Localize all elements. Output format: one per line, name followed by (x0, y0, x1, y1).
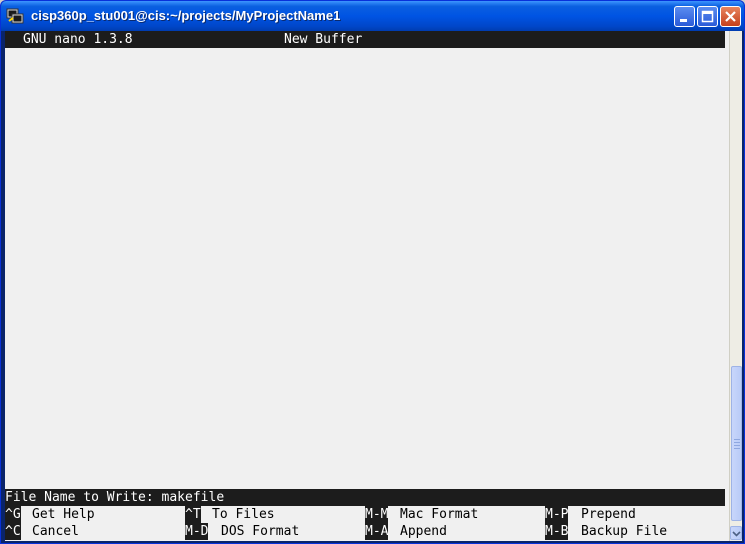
shortcut-cancel[interactable]: ^C Cancel (5, 523, 79, 540)
putty-terminal-icon[interactable] (6, 7, 24, 25)
chevron-down-icon (732, 531, 741, 537)
shortcut-key: M-P (545, 506, 569, 523)
shortcut-row-1: ^G Get Help ^T To Files M-M Mac Format M… (5, 506, 729, 523)
nano-version: GNU nano 1.3.8 (23, 32, 133, 47)
maximize-button[interactable] (697, 6, 718, 27)
shortcut-get-help[interactable]: ^G Get Help (5, 506, 95, 523)
shortcut-key: ^G (5, 506, 21, 523)
close-button[interactable] (720, 6, 741, 27)
shortcut-label: Cancel (32, 524, 79, 539)
terminal-area[interactable]: GNU nano 1.3.8 New Buffer File Name to W… (5, 31, 729, 541)
vertical-scrollbar[interactable] (729, 31, 742, 541)
buffer-name: New Buffer (284, 32, 363, 47)
shortcut-label: Mac Format (400, 507, 479, 522)
shortcut-label: Backup File (581, 524, 668, 539)
shortcut-backup-file[interactable]: M-B Backup File (545, 523, 667, 540)
shortcut-label: Append (400, 524, 447, 539)
shortcut-key: ^C (5, 523, 21, 540)
window-title: cisp360p_stu001@cis:~/projects/MyProject… (31, 8, 341, 23)
close-icon (725, 11, 736, 22)
shortcut-key: M-B (545, 523, 569, 540)
shortcut-key: ^T (185, 506, 201, 523)
shortcut-label: Prepend (581, 507, 636, 522)
shortcut-label: Get Help (32, 507, 95, 522)
scrollbar-thumb[interactable] (731, 366, 742, 521)
shortcut-label: To Files (212, 507, 275, 522)
shortcut-key: M-M (365, 506, 389, 523)
shortcut-label: DOS Format (221, 524, 300, 539)
minimize-button[interactable] (674, 6, 695, 27)
title-bar[interactable]: cisp360p_stu001@cis:~/projects/MyProject… (1, 1, 744, 31)
shortcut-prepend[interactable]: M-P Prepend (545, 506, 636, 523)
nano-header-bar: GNU nano 1.3.8 New Buffer (5, 31, 725, 48)
terminal-window: cisp360p_stu001@cis:~/projects/MyProject… (0, 0, 745, 544)
shortcut-mac-format[interactable]: M-M Mac Format (365, 506, 478, 523)
shortcut-key: M-A (365, 523, 389, 540)
shortcut-dos-format[interactable]: M-D DOS Format (185, 523, 299, 540)
filename-prompt[interactable]: File Name to Write: makefile (5, 489, 224, 506)
shortcut-key: M-D (185, 523, 209, 540)
shortcut-append[interactable]: M-A Append (365, 523, 447, 540)
filename-prompt-bar[interactable]: File Name to Write: makefile (5, 489, 725, 506)
minimize-icon (680, 19, 687, 22)
shortcut-row-2: ^C Cancel M-D DOS Format M-A Append M-B … (5, 523, 729, 540)
maximize-icon (701, 10, 714, 23)
shortcut-to-files[interactable]: ^T To Files (185, 506, 275, 523)
scroll-down-button[interactable] (730, 526, 742, 540)
